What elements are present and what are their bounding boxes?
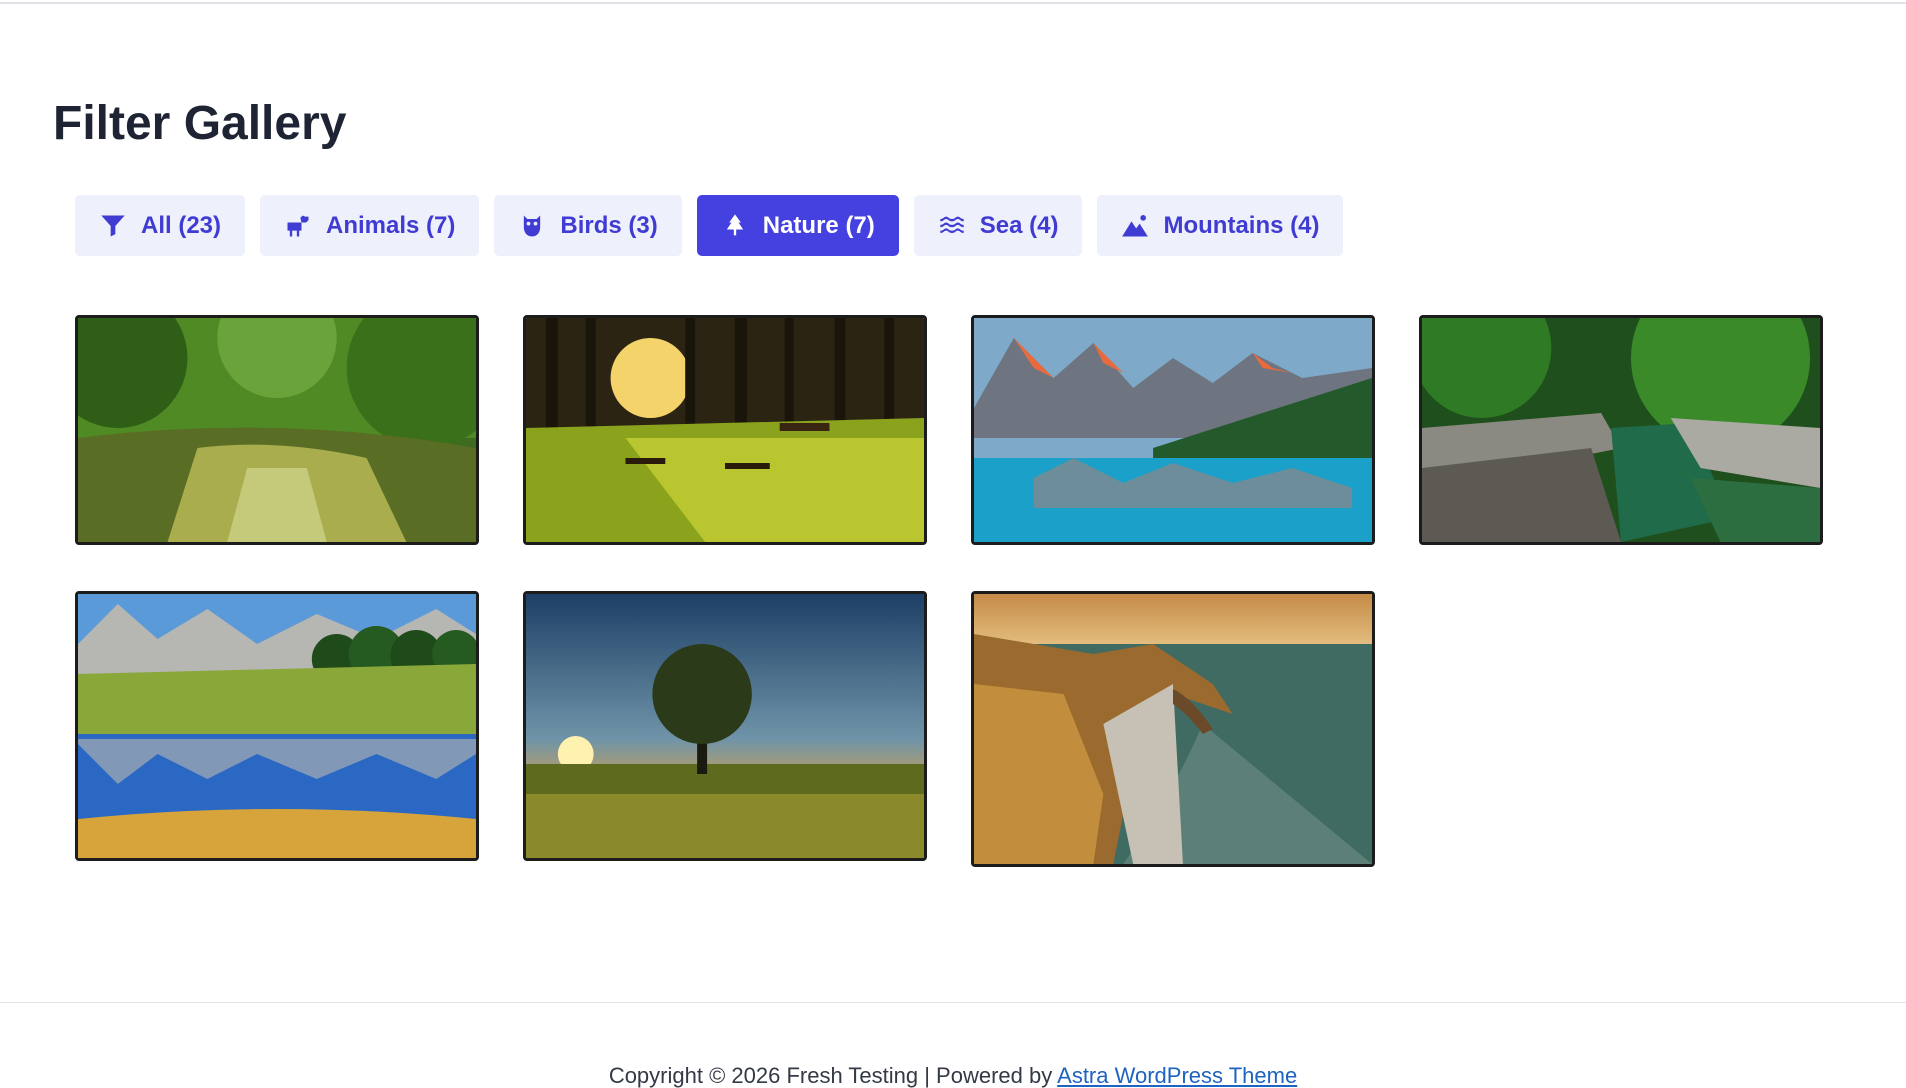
water-icon [938, 212, 966, 240]
gallery-grid [75, 315, 1825, 867]
footer-divider [0, 1002, 1906, 1003]
tree-icon [721, 212, 749, 240]
filter-mountains-button[interactable]: Mountains (4) [1097, 195, 1344, 256]
gallery-item[interactable] [971, 591, 1375, 867]
coastal-arch-image [974, 594, 1372, 864]
filter-all-label: All (23) [141, 211, 222, 239]
mountain-lake-image [974, 318, 1372, 542]
filter-mountains-label: Mountains (4) [1163, 211, 1320, 239]
lone-tree-sunset-image [526, 594, 924, 858]
gallery-item[interactable] [523, 591, 927, 861]
owl-icon [518, 212, 546, 240]
filter-animals-label: Animals (7) [326, 211, 456, 239]
gallery-item[interactable] [75, 591, 479, 861]
gallery-item[interactable] [523, 315, 927, 545]
gallery-item[interactable] [75, 315, 479, 545]
gallery-item[interactable] [1419, 315, 1823, 545]
page-title: Filter Gallery [53, 97, 347, 150]
forest-creek-image [1422, 318, 1820, 542]
filter-bar: All (23) Animals (7) Birds (3) Nature (7… [75, 195, 1344, 256]
filter-sea-label: Sea (4) [979, 211, 1059, 239]
footer-copyright: Copyright © 2026 Fresh Testing | Powered… [608, 1063, 1058, 1088]
filter-nature-button[interactable]: Nature (7) [696, 195, 899, 256]
filter-birds-label: Birds (3) [560, 211, 658, 239]
filter-animals-button[interactable]: Animals (7) [260, 195, 480, 256]
filter-icon [99, 212, 127, 240]
filter-sea-button[interactable]: Sea (4) [913, 195, 1083, 256]
filter-nature-label: Nature (7) [762, 211, 875, 239]
top-divider [0, 2, 1906, 4]
footer: Copyright © 2026 Fresh Testing | Powered… [0, 1064, 1906, 1088]
gallery-item[interactable] [971, 315, 1375, 545]
mountain-icon [1121, 212, 1149, 240]
forest-river-image [78, 318, 476, 542]
dog-icon [284, 212, 312, 240]
alpine-lake-image [78, 594, 476, 858]
filter-birds-button[interactable]: Birds (3) [494, 195, 682, 256]
sunlit-forest-image [526, 318, 924, 542]
filter-all-button[interactable]: All (23) [75, 195, 246, 256]
footer-theme-link[interactable]: Astra WordPress Theme [1057, 1063, 1297, 1088]
